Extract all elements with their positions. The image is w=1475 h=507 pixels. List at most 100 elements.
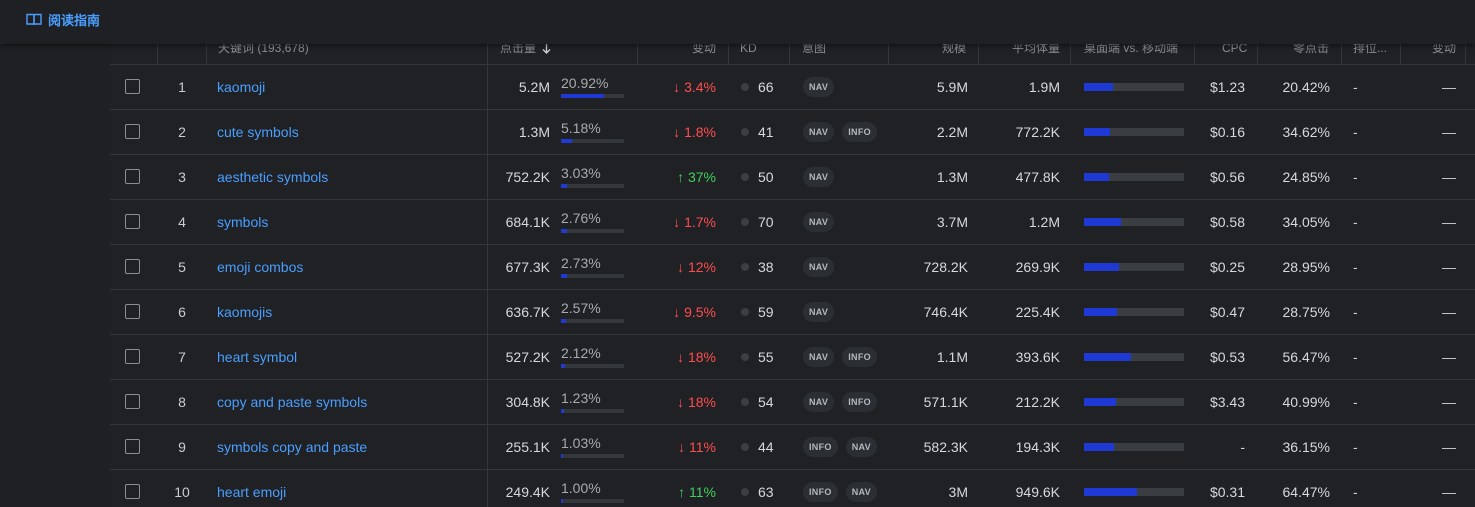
rank-change-value: — bbox=[1442, 259, 1456, 275]
table-row[interactable]: 3 aesthetic symbols 752.2K 3.03% ↑ 37% 5… bbox=[110, 155, 1475, 200]
intent-badges: NAV bbox=[803, 302, 835, 322]
avg-volume-value: 1.9M bbox=[1028, 79, 1060, 95]
row-checkbox[interactable] bbox=[125, 484, 140, 499]
intent-badges: NAV bbox=[803, 77, 835, 97]
intent-badge: NAV bbox=[803, 392, 835, 412]
row-checkbox[interactable] bbox=[125, 124, 140, 139]
click-share-value: 2.12% bbox=[561, 345, 601, 361]
column-divider bbox=[487, 290, 488, 334]
avg-volume-value: 477.8K bbox=[1015, 169, 1060, 185]
keyword-link[interactable]: aesthetic symbols bbox=[217, 155, 328, 199]
rank-value: - bbox=[1353, 124, 1358, 140]
desktop-share-fill bbox=[1084, 263, 1119, 271]
row-checkbox[interactable] bbox=[125, 259, 140, 274]
row-number: 4 bbox=[178, 214, 186, 230]
table-row[interactable]: 4 symbols 684.1K 2.76% ↓ 1.7% 70 NAV 3.7… bbox=[110, 200, 1475, 245]
intent-badge: INFO bbox=[803, 437, 838, 457]
kd-dot-icon bbox=[741, 128, 749, 136]
avg-volume-value: 225.4K bbox=[1015, 304, 1060, 320]
desktop-share-fill bbox=[1084, 443, 1114, 451]
desktop-mobile-bar bbox=[1084, 353, 1184, 361]
row-checkbox[interactable] bbox=[125, 304, 140, 319]
row-number: 8 bbox=[178, 394, 186, 410]
desktop-mobile-bar bbox=[1084, 398, 1184, 406]
row-checkbox[interactable] bbox=[125, 394, 140, 409]
intent-badge: NAV bbox=[803, 347, 835, 367]
rank-value: - bbox=[1353, 484, 1358, 500]
desktop-mobile-bar bbox=[1084, 218, 1184, 226]
change-value: ↓ 12% bbox=[677, 259, 716, 275]
cpc-value: - bbox=[1240, 439, 1245, 455]
intent-badges: NAV INFO bbox=[803, 347, 877, 367]
click-share-bar bbox=[561, 94, 624, 98]
scale-value: 582.3K bbox=[923, 439, 968, 455]
sort-down-arrow-icon[interactable] bbox=[542, 43, 551, 55]
keyword-link[interactable]: kaomoji bbox=[217, 65, 265, 109]
cpc-value: $0.53 bbox=[1209, 349, 1245, 365]
row-checkbox[interactable] bbox=[125, 214, 140, 229]
table-row[interactable]: 9 symbols copy and paste 255.1K 1.03% ↓ … bbox=[110, 425, 1475, 470]
table-row[interactable]: 7 heart symbol 527.2K 2.12% ↓ 18% 55 NAV… bbox=[110, 335, 1475, 380]
reading-guide-link[interactable]: 阅读指南 bbox=[26, 10, 100, 28]
row-checkbox[interactable] bbox=[125, 439, 140, 454]
table-row[interactable]: 1 kaomoji 5.2M 20.92% ↓ 3.4% 66 NAV 5.9M… bbox=[110, 65, 1475, 110]
keyword-link[interactable]: copy and paste symbols bbox=[217, 380, 367, 424]
kd-dot-icon bbox=[741, 263, 749, 271]
rank-value: - bbox=[1353, 439, 1358, 455]
table-row[interactable]: 6 kaomojis 636.7K 2.57% ↓ 9.5% 59 NAV 74… bbox=[110, 290, 1475, 335]
desktop-share-fill bbox=[1084, 128, 1110, 136]
keyword-link[interactable]: kaomojis bbox=[217, 290, 272, 334]
table-row[interactable]: 5 emoji combos 677.3K 2.73% ↓ 12% 38 NAV… bbox=[110, 245, 1475, 290]
row-number: 2 bbox=[178, 124, 186, 140]
desktop-mobile-bar bbox=[1084, 263, 1184, 271]
click-share-bar bbox=[561, 184, 624, 188]
keyword-link[interactable]: cute symbols bbox=[217, 110, 299, 154]
keyword-link[interactable]: symbols copy and paste bbox=[217, 425, 367, 469]
rank-value: - bbox=[1353, 394, 1358, 410]
change-value: ↓ 11% bbox=[678, 439, 716, 455]
kd-dot-icon bbox=[741, 398, 749, 406]
intent-badge: INFO bbox=[842, 347, 877, 367]
clicks-value: 249.4K bbox=[505, 484, 550, 500]
column-divider bbox=[487, 245, 488, 289]
keyword-link[interactable]: heart symbol bbox=[217, 335, 297, 379]
rank-change-value: — bbox=[1442, 349, 1456, 365]
change-value: ↓ 1.7% bbox=[673, 214, 716, 230]
kd-value: 55 bbox=[758, 349, 774, 365]
scale-value: 3.7M bbox=[936, 214, 968, 230]
click-share-value: 20.92% bbox=[561, 75, 609, 91]
row-checkbox[interactable] bbox=[125, 169, 140, 184]
change-value: ↓ 1.8% bbox=[673, 124, 716, 140]
keyword-link[interactable]: symbols bbox=[217, 200, 268, 244]
click-share-bar bbox=[561, 319, 624, 323]
click-share-bar bbox=[561, 139, 624, 143]
intent-badge: INFO bbox=[842, 122, 877, 142]
rank-change-value: — bbox=[1442, 304, 1456, 320]
zero-click-value: 24.85% bbox=[1282, 169, 1330, 185]
kd-dot-icon bbox=[741, 353, 749, 361]
desktop-mobile-bar bbox=[1084, 128, 1184, 136]
cpc-value: $0.56 bbox=[1209, 169, 1245, 185]
table-row[interactable]: 2 cute symbols 1.3M 5.18% ↓ 1.8% 41 NAV I… bbox=[110, 110, 1475, 155]
rank-value: - bbox=[1353, 304, 1358, 320]
keyword-link[interactable]: emoji combos bbox=[217, 245, 303, 289]
rank-value: - bbox=[1353, 169, 1358, 185]
zero-click-value: 28.95% bbox=[1282, 259, 1330, 275]
row-checkbox[interactable] bbox=[125, 349, 140, 364]
intent-badges: INFO NAV bbox=[803, 482, 877, 502]
column-divider bbox=[487, 155, 488, 199]
click-share-bar bbox=[561, 274, 624, 278]
cpc-value: $0.25 bbox=[1209, 259, 1245, 275]
keyword-link[interactable]: heart emoji bbox=[217, 470, 286, 507]
table-row[interactable]: 8 copy and paste symbols 304.8K 1.23% ↓ … bbox=[110, 380, 1475, 425]
zero-click-value: 40.99% bbox=[1282, 394, 1330, 410]
row-number: 5 bbox=[178, 259, 186, 275]
row-checkbox[interactable] bbox=[125, 79, 140, 94]
table-row[interactable]: 10 heart emoji 249.4K 1.00% ↑ 11% 63 INF… bbox=[110, 470, 1475, 507]
clicks-value: 304.8K bbox=[505, 394, 550, 410]
intent-badge: NAV bbox=[845, 437, 877, 457]
desktop-mobile-bar bbox=[1084, 443, 1184, 451]
rank-value: - bbox=[1353, 349, 1358, 365]
clicks-value: 527.2K bbox=[505, 349, 550, 365]
intent-badge: NAV bbox=[803, 167, 835, 187]
